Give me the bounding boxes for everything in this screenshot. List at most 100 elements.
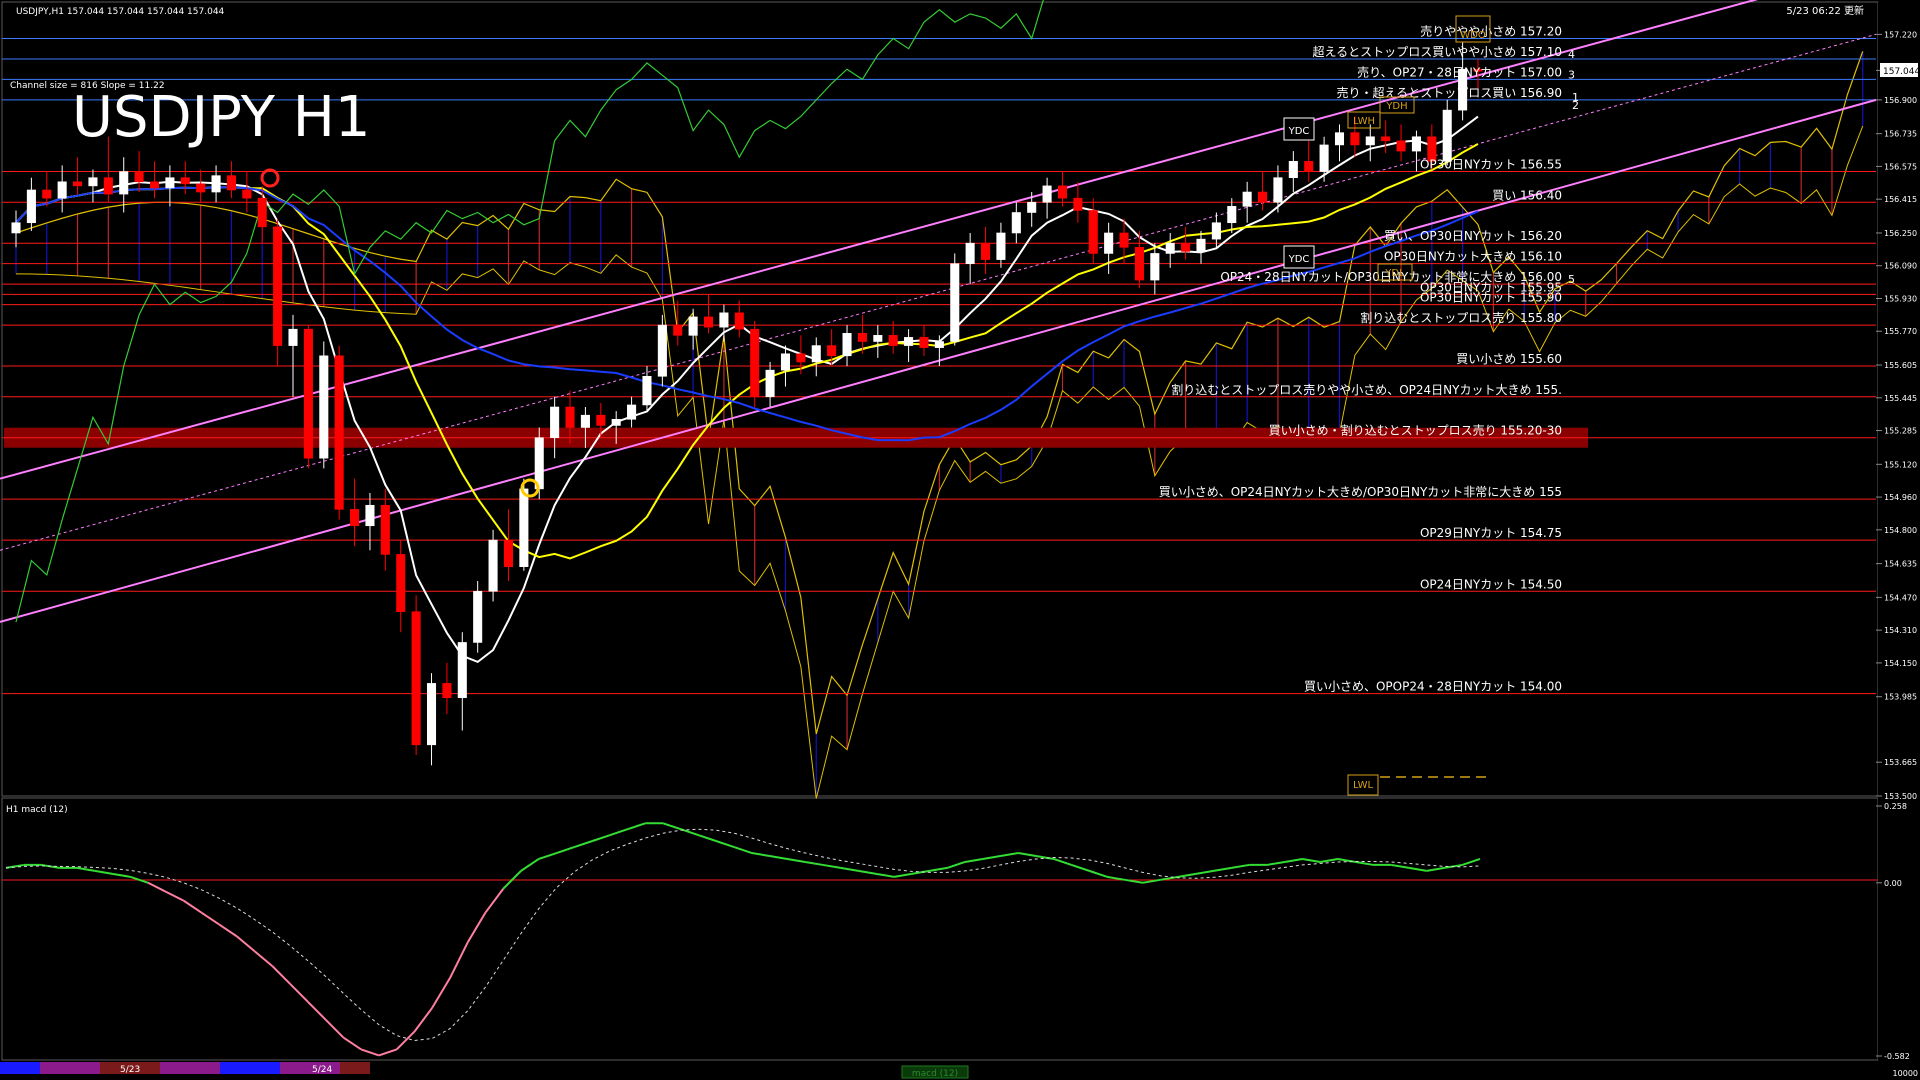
chart-canvas[interactable]: 売りややや小さめ 157.20 超えるとストップロス買いやや小さめ 157.10 4… (0, 0, 1920, 1080)
timeline-label-2: 5/24 (312, 1065, 332, 1075)
candle-body (473, 590, 483, 643)
candle-body (226, 175, 236, 191)
indicator-tab-label: macd (12) (912, 1069, 958, 1079)
candle-body (426, 683, 437, 746)
level-number: 4 (1568, 48, 1575, 61)
price-tick-label: 155.770 (1884, 327, 1917, 336)
level-label: 売りややや小さめ 157.20 (1420, 23, 1562, 38)
candle-body (411, 611, 421, 746)
candle-body (1181, 242, 1191, 252)
candle-body (688, 316, 698, 336)
candle-body (888, 335, 898, 346)
candle-body (981, 242, 991, 260)
updated-time: 5/23 06:22 更新 (1786, 4, 1864, 17)
price-tick-label: 155.930 (1884, 294, 1917, 303)
ydl-label: YDL (1384, 268, 1405, 279)
candle-body (719, 312, 729, 328)
candle-body (242, 189, 252, 199)
candle-body (1073, 197, 1083, 211)
candle-body (119, 171, 129, 195)
candle-body (1211, 222, 1221, 240)
timeline-label-1: 5/23 (120, 1065, 140, 1075)
candle-body (596, 414, 606, 426)
candle-body (734, 312, 744, 330)
level-label: OP30日NYカット大きめ 156.10 (1384, 250, 1562, 264)
candle-body (919, 337, 929, 348)
candle-body (1242, 191, 1252, 207)
candle-body (580, 414, 590, 428)
candle-body (88, 177, 98, 187)
candle-body (996, 232, 1006, 260)
wdo-label: WDO (1460, 30, 1486, 41)
level-label: OP24日NYカット 154.50 (1420, 577, 1562, 591)
candle-body (319, 355, 329, 459)
candle-body (519, 488, 529, 567)
candle-body (488, 539, 498, 592)
candle-body (780, 353, 791, 371)
candle-body (1057, 185, 1068, 199)
lwl-label: LWL (1353, 780, 1374, 791)
candle-body (165, 177, 175, 189)
price-tick-label: 154.150 (1884, 659, 1917, 668)
price-tick-label: 154.960 (1884, 493, 1917, 502)
candle-body (611, 418, 621, 426)
level-number: 5 (1568, 273, 1575, 286)
level-label: 割り込むとストップロス売りやや小さめ、OP24日NYカット大きめ 155. (1171, 382, 1562, 397)
candle-body (842, 332, 852, 357)
timeline-seg (340, 1062, 370, 1074)
price-tick-label: 156.090 (1884, 262, 1917, 271)
price-tick-label: 157.220 (1884, 30, 1917, 39)
macd-tick-label: -0.582 (1884, 1052, 1910, 1061)
candle-body (703, 316, 714, 328)
candle-body (673, 324, 683, 336)
level-label: 売り、OP27・28日NYカット 157.00 (1357, 64, 1562, 79)
candle-body (873, 335, 883, 342)
price-tick-label: 153.985 (1884, 693, 1917, 702)
candle-body (149, 181, 160, 189)
price-tick-label: 155.285 (1884, 427, 1917, 436)
ydc-mid-label: YDC (1288, 254, 1310, 265)
level-label: OP29日NYカット 154.75 (1420, 526, 1562, 540)
candle-body (1365, 136, 1375, 146)
level-label: 買い小さめ、OPOP24・28日NYカット 154.00 (1304, 680, 1562, 694)
candle-body (627, 404, 637, 420)
candle-body (1273, 177, 1283, 203)
candle-body (380, 504, 390, 555)
macd-header: H1 macd (12) (6, 805, 68, 815)
macd-tick-label: 0.258 (1884, 802, 1907, 811)
candle-body (442, 683, 452, 699)
level-label: 買い、OP30日NYカット 156.20 (1384, 229, 1562, 243)
current-price-label: 157.044 (1883, 67, 1920, 77)
candle-body (904, 337, 914, 346)
price-tick-label: 156.250 (1884, 229, 1917, 238)
candle-body (1396, 140, 1406, 152)
level-label: 買い 156.40 (1492, 188, 1562, 202)
price-tick-label: 155.445 (1884, 394, 1917, 403)
ydc-top-label: YDC (1288, 126, 1310, 137)
price-tick-label: 155.605 (1884, 361, 1917, 370)
level-label: OP30日NYカット 155.90 (1420, 291, 1562, 305)
candle-body (57, 181, 67, 199)
price-tick-label: 156.575 (1884, 162, 1917, 171)
candle-body (934, 341, 944, 348)
candle-body (1165, 242, 1175, 254)
candle-body (796, 353, 806, 363)
number-2: 2 (1572, 99, 1579, 112)
candle-body (750, 328, 760, 398)
candle-body (857, 332, 867, 342)
candle-body (657, 324, 667, 377)
candle-body (965, 242, 975, 264)
candle-body (11, 222, 21, 234)
ydh-label: YDH (1385, 101, 1407, 112)
candle-body (288, 328, 298, 346)
candle-body (257, 197, 267, 228)
level-label: 買い小さめ・割り込むとストップロス売り 155.20-30 (1269, 423, 1562, 438)
candle-body (134, 171, 144, 183)
level-label: 買い小さめ 155.60 (1456, 352, 1562, 366)
level-label: OP30日NYカット 156.55 (1420, 158, 1562, 172)
price-tick-label: 154.310 (1884, 626, 1917, 635)
candle-body (73, 181, 83, 187)
candle-body (1442, 109, 1452, 162)
candle-body (1042, 185, 1052, 203)
price-tick-label: 156.415 (1884, 195, 1917, 204)
